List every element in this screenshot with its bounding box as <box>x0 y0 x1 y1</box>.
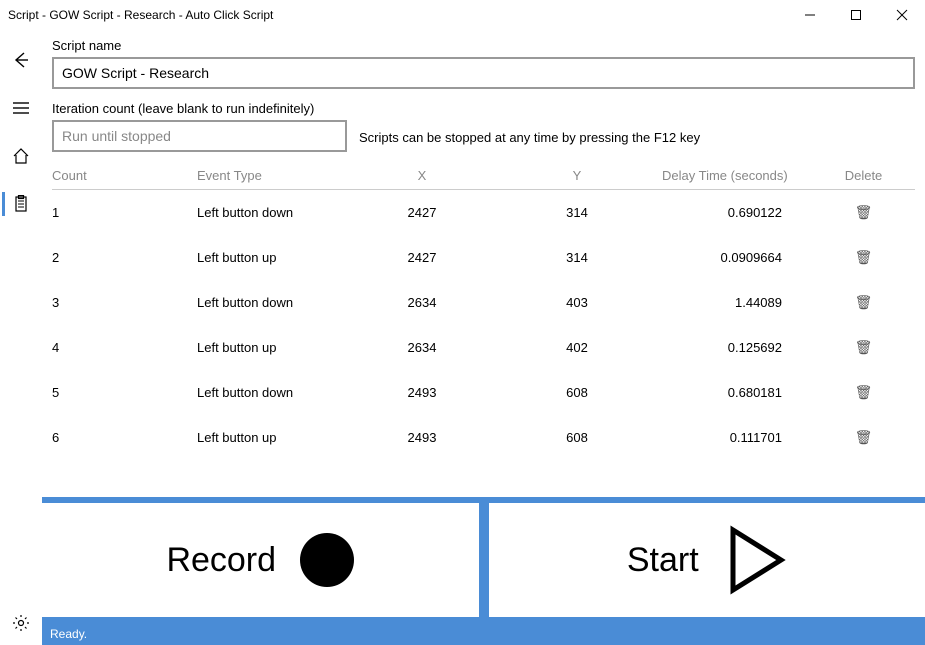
cell-delete[interactable]: 🗑 <box>812 339 915 356</box>
cell-x: 2634 <box>352 295 492 310</box>
back-button[interactable] <box>0 48 42 72</box>
titlebar: Script - GOW Script - Research - Auto Cl… <box>0 0 925 30</box>
cell-y: 314 <box>492 205 662 220</box>
cell-x: 2634 <box>352 340 492 355</box>
cell-count: 1 <box>52 205 197 220</box>
settings-icon[interactable] <box>0 611 42 635</box>
record-circle-icon <box>300 533 354 587</box>
trash-icon[interactable]: 🗑 <box>855 204 873 221</box>
sidebar <box>0 30 42 645</box>
trash-icon[interactable]: 🗑 <box>855 429 873 446</box>
cell-x: 2427 <box>352 205 492 220</box>
cell-event: Left button up <box>197 250 352 265</box>
table-row: 2Left button up24273140.0909664 🗑 <box>52 235 915 280</box>
trash-icon[interactable]: 🗑 <box>855 384 873 401</box>
home-icon[interactable] <box>0 144 42 168</box>
cell-event: Left button up <box>197 340 352 355</box>
table-row: 5Left button down24936080.680181 🗑 <box>52 370 915 415</box>
clipboard-icon[interactable] <box>0 192 42 216</box>
cell-y: 402 <box>492 340 662 355</box>
events-table: Count Event Type X Y Delay Time (seconds… <box>52 168 915 497</box>
hamburger-icon[interactable] <box>0 96 42 120</box>
window-title: Script - GOW Script - Research - Auto Cl… <box>8 8 273 22</box>
cell-count: 6 <box>52 430 197 445</box>
col-head-delete: Delete <box>812 168 915 183</box>
maximize-button[interactable] <box>833 0 879 30</box>
cell-event: Left button down <box>197 295 352 310</box>
cell-count: 3 <box>52 295 197 310</box>
cell-delay: 0.680181 <box>662 385 812 400</box>
script-name-label: Script name <box>52 38 915 53</box>
cell-y: 608 <box>492 430 662 445</box>
cell-delay: 0.125692 <box>662 340 812 355</box>
cell-y: 403 <box>492 295 662 310</box>
cell-x: 2427 <box>352 250 492 265</box>
table-row: 6Left button up24936080.111701 🗑 <box>52 415 915 460</box>
cell-delete[interactable]: 🗑 <box>812 249 915 266</box>
play-icon <box>723 525 787 595</box>
iteration-label: Iteration count (leave blank to run inde… <box>52 101 347 116</box>
cell-delay: 0.690122 <box>662 205 812 220</box>
cell-y: 608 <box>492 385 662 400</box>
status-bar: Ready. <box>42 623 925 645</box>
iteration-input[interactable] <box>52 120 347 152</box>
cell-delete[interactable]: 🗑 <box>812 384 915 401</box>
script-name-input[interactable] <box>52 57 915 89</box>
cell-event: Left button up <box>197 430 352 445</box>
cell-count: 4 <box>52 340 197 355</box>
table-row: 4Left button up26344020.125692 🗑 <box>52 325 915 370</box>
action-bar: Record Start <box>42 497 925 623</box>
trash-icon[interactable]: 🗑 <box>855 339 873 356</box>
cell-delete[interactable]: 🗑 <box>812 204 915 221</box>
col-head-x: X <box>352 168 492 183</box>
cell-event: Left button down <box>197 205 352 220</box>
record-button[interactable]: Record <box>42 503 479 617</box>
cell-delay: 0.0909664 <box>662 250 812 265</box>
cell-count: 5 <box>52 385 197 400</box>
col-head-delay: Delay Time (seconds) <box>662 168 812 183</box>
start-label: Start <box>627 541 699 580</box>
cell-y: 314 <box>492 250 662 265</box>
status-text: Ready. <box>50 627 87 641</box>
col-head-event: Event Type <box>197 168 352 183</box>
cell-count: 2 <box>52 250 197 265</box>
cell-delete[interactable]: 🗑 <box>812 294 915 311</box>
record-label: Record <box>166 541 276 580</box>
minimize-button[interactable] <box>787 0 833 30</box>
cell-delay: 1.44089 <box>662 295 812 310</box>
cell-x: 2493 <box>352 430 492 445</box>
table-row: 3Left button down26344031.44089 🗑 <box>52 280 915 325</box>
cell-delete[interactable]: 🗑 <box>812 429 915 446</box>
start-button[interactable]: Start <box>489 503 925 617</box>
trash-icon[interactable]: 🗑 <box>855 249 873 266</box>
col-head-count: Count <box>52 168 197 183</box>
cell-delay: 0.111701 <box>662 430 812 445</box>
close-button[interactable] <box>879 0 925 30</box>
table-row: 1Left button down24273140.690122 🗑 <box>52 190 915 235</box>
stop-hint: Scripts can be stopped at any time by pr… <box>359 130 700 152</box>
cell-event: Left button down <box>197 385 352 400</box>
cell-x: 2493 <box>352 385 492 400</box>
col-head-y: Y <box>492 168 662 183</box>
trash-icon[interactable]: 🗑 <box>855 294 873 311</box>
